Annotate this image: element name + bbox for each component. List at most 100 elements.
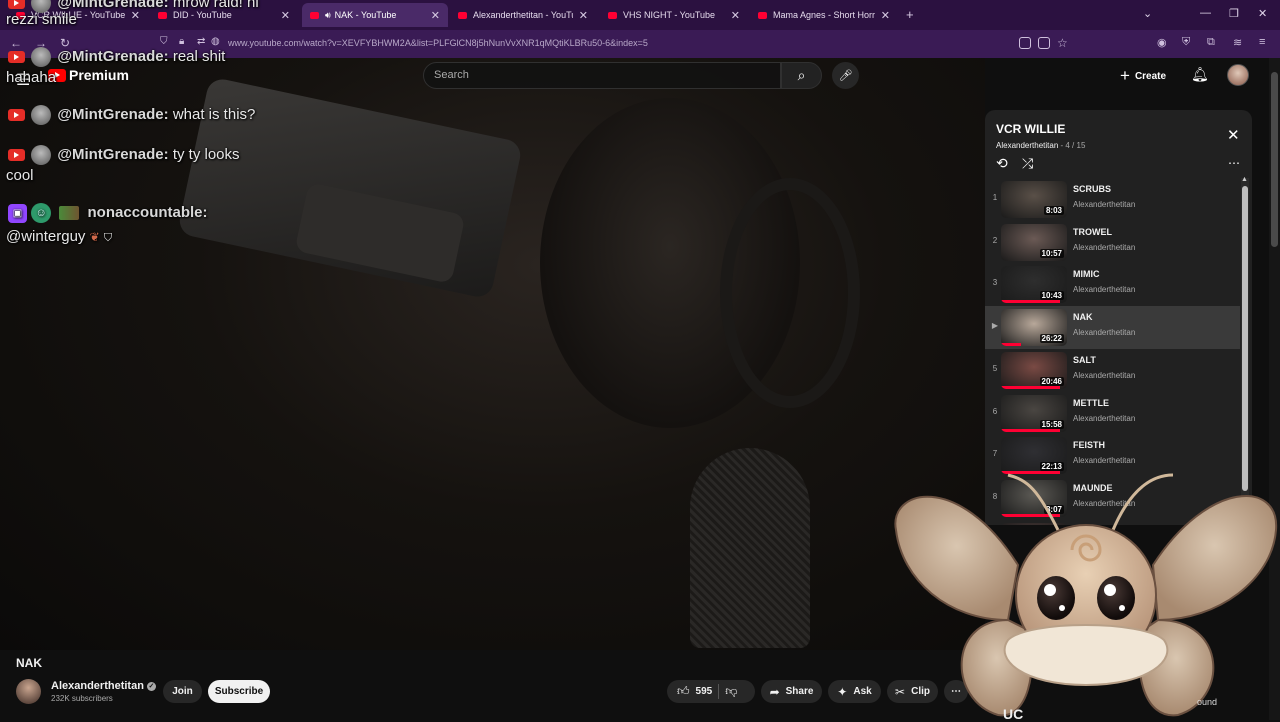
channel-name[interactable]: Alexanderthetitan ✓ (51, 680, 156, 692)
feather-emote-icon: ❦ (89, 230, 100, 244)
menu-icon[interactable]: ≡ (1259, 36, 1265, 48)
extensions-icon[interactable]: ⧉ (1207, 36, 1215, 49)
scroll-up-icon[interactable]: ▲ (1241, 176, 1248, 183)
chat-username: @MintGrenade: (57, 47, 169, 65)
chevron-down-icon[interactable]: ⌄ (1143, 7, 1152, 20)
fluffy-collar (1003, 624, 1169, 687)
verified-icon: ✓ (146, 681, 156, 691)
join-button[interactable]: Join (163, 680, 202, 703)
right-antenna (1111, 473, 1174, 531)
browser-tab-active[interactable]: 🔊︎ NAK - YouTube ✕ (302, 3, 448, 27)
more-vertical-icon[interactable]: ⋯ (1228, 156, 1240, 170)
playlist-item[interactable]: 1 8:03 SCRUBS Alexanderthetitan (985, 178, 1240, 221)
playlist-owner[interactable]: Alexanderthetitan (996, 141, 1058, 150)
lock-icon[interactable]: 🔒︎ (179, 36, 184, 47)
close-icon[interactable]: ✕ (431, 9, 440, 22)
microphone-icon: 🎤︎ (838, 70, 853, 82)
loop-icon[interactable]: ⟲ (996, 155, 1008, 172)
shield-icon[interactable]: ⛉ (160, 36, 168, 47)
browser-tab[interactable]: VHS NIGHT - YouTube ✕ (600, 3, 748, 27)
playlist-item[interactable]: 2 10:57 TROWEL Alexanderthetitan (985, 221, 1240, 264)
scrollbar-thumb[interactable] (1242, 186, 1248, 491)
shuffle-icon[interactable]: ⤮ (1022, 155, 1033, 172)
tab-title: NAK - YouTube (334, 10, 397, 20)
chat-username: @MintGrenade: (57, 0, 169, 11)
duration-badge: 26:22 (1039, 334, 1064, 344)
youtube-favicon-icon (458, 11, 467, 19)
moth-vtuber-avatar (894, 473, 1278, 717)
speaker-icon: 🔊︎ (325, 9, 331, 20)
watch-progress-bar (1001, 385, 1061, 389)
share-button[interactable]: ➦ Share (761, 680, 822, 703)
thumbs-up-icon[interactable]: 👍︎ (677, 684, 690, 699)
playlist-item-channel: Alexanderthetitan (1073, 413, 1136, 423)
search-icon: ⌕ (797, 67, 806, 83)
scrollbar-thumb[interactable] (1271, 72, 1278, 247)
video-thumbnail[interactable]: 26:22 (1001, 309, 1067, 347)
like-dislike-group: 👍︎ 595 👎︎ (667, 680, 755, 703)
left-eye (1037, 576, 1075, 620)
chat-username: @MintGrenade: (57, 145, 169, 163)
playlist-item-channel: Alexanderthetitan (1073, 328, 1136, 338)
signal-icon[interactable]: ≋ (1233, 36, 1242, 49)
video-thumbnail[interactable]: 22:13 (1001, 437, 1067, 475)
create-button[interactable]: + Create (1120, 66, 1166, 86)
youtube-badge-icon (8, 0, 25, 9)
duration-badge: 10:57 (1039, 248, 1064, 258)
url-field[interactable]: www.youtube.com/watch?v=XEVFYBHWM2A&list… (228, 38, 648, 48)
like-count[interactable]: 595 (696, 686, 713, 697)
reader-view-icon[interactable] (1038, 37, 1050, 49)
playlist-item-title: SALT (1073, 354, 1096, 365)
search-button[interactable]: ⌕ (781, 62, 822, 89)
playlist-item-index: 7 (992, 449, 998, 459)
video-thumbnail[interactable]: 10:57 (1001, 223, 1067, 261)
playlist-item[interactable]: 6 15:58 METTLE Alexanderthetitan (985, 392, 1240, 435)
video-thumbnail[interactable]: 10:43 (1001, 266, 1067, 304)
plus-icon: + (1120, 66, 1130, 85)
video-thumbnail[interactable]: 15:58 (1001, 394, 1067, 432)
shield-extension-icon[interactable]: ⛨ (1182, 36, 1190, 49)
close-icon[interactable]: ✕ (579, 9, 588, 22)
channel-avatar[interactable] (16, 679, 41, 704)
playlist-item-index: 5 (992, 363, 998, 373)
youtube-logo[interactable]: Premium (48, 67, 129, 83)
ask-button[interactable]: ✦ Ask (828, 680, 881, 703)
chat-message: @winterguy ❦ ⛉ (6, 228, 112, 245)
voice-search-button[interactable]: 🎤︎ (832, 62, 859, 89)
playlist-item-current[interactable]: ▶ 26:22 NAK Alexanderthetitan (985, 306, 1240, 350)
restore-icon[interactable]: ❐ (1229, 7, 1239, 20)
account-avatar[interactable] (1227, 64, 1249, 86)
close-icon[interactable]: ✕ (731, 9, 740, 22)
new-tab-icon[interactable]: + (906, 7, 914, 22)
close-icon[interactable]: ✕ (1227, 126, 1240, 144)
video-thumbnail[interactable]: 20:46 (1001, 351, 1067, 389)
picture-in-picture-icon[interactable] (1019, 37, 1031, 49)
join-label: Join (172, 686, 193, 697)
chat-text: what is this? (172, 105, 256, 123)
chat-text: @winterguy (6, 228, 86, 245)
playlist-item[interactable]: 5 20:46 SALT Alexanderthetitan (985, 349, 1240, 392)
close-window-icon[interactable]: ✕ (1258, 7, 1267, 20)
duration-badge: 10:43 (1039, 291, 1064, 301)
video-thumbnail[interactable]: 8:03 (1001, 181, 1067, 218)
minimize-icon[interactable]: — (1200, 7, 1211, 19)
thumbs-down-icon[interactable]: 👎︎ (725, 684, 737, 699)
watch-progress-bar (1001, 428, 1061, 432)
browser-tab[interactable]: Mama Agnes - Short Horror Fil ✕ (750, 3, 898, 27)
playlist-item[interactable]: 3 10:43 MIMIC Alexanderthetitan (985, 263, 1240, 306)
account-icon[interactable]: ◉ (1157, 36, 1167, 49)
video-title: NAK (16, 656, 42, 670)
bookmark-star-icon[interactable]: ☆ (1057, 36, 1068, 50)
subscribe-button[interactable]: Subscribe (208, 680, 270, 703)
playlist-title[interactable]: VCR WILLIE (996, 122, 1065, 136)
close-icon[interactable]: ✕ (281, 9, 290, 22)
cast-icon[interactable]: ◍ (211, 36, 220, 47)
notifications-bell-icon[interactable]: 🔔︎ (1191, 66, 1209, 83)
close-icon[interactable]: ✕ (881, 9, 890, 22)
chat-avatar (31, 145, 52, 165)
youtube-favicon-icon (758, 11, 767, 19)
permissions-icon[interactable]: ⇄ (197, 36, 205, 47)
search-input[interactable] (424, 63, 780, 87)
tab-title: Mama Agnes - Short Horror Fil (773, 10, 875, 20)
browser-tab[interactable]: Alexanderthetitan - YouTube ✕ (450, 3, 596, 27)
